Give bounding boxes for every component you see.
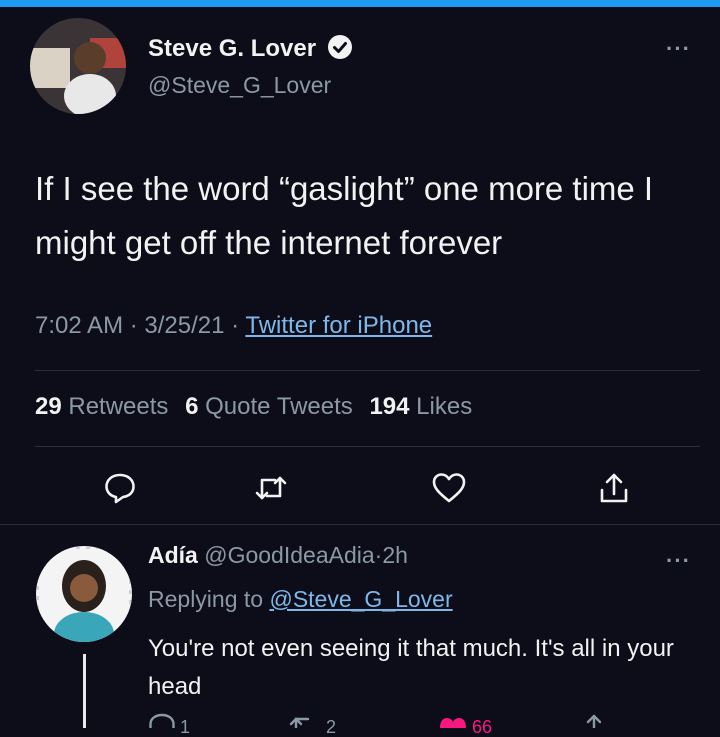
retweet-icon[interactable] bbox=[249, 466, 293, 510]
tweet-source-link[interactable]: Twitter for iPhone bbox=[245, 312, 432, 339]
meta-separator: · bbox=[129, 312, 138, 339]
quote-tweets-stat[interactable]: 6 Quote Tweets bbox=[185, 393, 353, 420]
reply-share-button[interactable] bbox=[580, 712, 608, 733]
tweet-meta: 7:02 AM · 3/25/21 · Twitter for iPhone bbox=[35, 312, 432, 340]
likes-stat[interactable]: 194 Likes bbox=[369, 393, 472, 420]
divider bbox=[0, 524, 720, 525]
more-options-icon[interactable]: ··· bbox=[666, 36, 691, 62]
tweet-stats: 29 Retweets 6 Quote Tweets 194 Likes bbox=[35, 393, 472, 421]
meta-separator: · bbox=[231, 312, 240, 339]
tweet-time: 7:02 AM bbox=[35, 312, 124, 339]
verified-badge-icon bbox=[327, 34, 353, 67]
share-icon bbox=[586, 714, 602, 730]
replying-to-link[interactable]: @Steve_G_Lover bbox=[269, 586, 452, 612]
reply-retweet-count: 2 bbox=[326, 717, 337, 737]
author-avatar[interactable] bbox=[30, 18, 126, 114]
reply-like-count: 66 bbox=[472, 717, 493, 737]
reply-age: 2h bbox=[382, 542, 408, 568]
replying-to: Replying to @Steve_G_Lover bbox=[148, 586, 453, 612]
thread-line bbox=[83, 654, 86, 728]
reply-like-button[interactable]: 66 bbox=[438, 712, 492, 736]
reply-author-name[interactable]: Adía bbox=[148, 542, 198, 568]
reply-author-handle[interactable]: @GoodIdeaAdia bbox=[204, 542, 374, 568]
reply-header: Adía @GoodIdeaAdia·2h bbox=[148, 542, 408, 569]
author-handle[interactable]: @Steve_G_Lover bbox=[148, 72, 331, 99]
retweets-stat[interactable]: 29 Retweets bbox=[35, 393, 168, 420]
like-icon[interactable] bbox=[427, 466, 471, 510]
reply-text: You're not even seeing it that much. It'… bbox=[148, 635, 674, 700]
reply-retweet-button[interactable]: 2 bbox=[288, 712, 336, 736]
reply-reply-button[interactable]: 1 bbox=[148, 712, 190, 736]
reply-icon[interactable] bbox=[98, 466, 142, 510]
reply-author-avatar[interactable] bbox=[36, 546, 132, 642]
reply-more-options-icon[interactable]: ··· bbox=[666, 548, 691, 574]
reply-action-row: 1 2 66 bbox=[148, 712, 648, 736]
liked-heart-icon bbox=[440, 718, 466, 728]
divider bbox=[35, 446, 700, 447]
author-name[interactable]: Steve G. Lover bbox=[148, 34, 353, 67]
divider bbox=[35, 370, 700, 371]
share-icon[interactable] bbox=[592, 466, 636, 510]
top-accent-bar bbox=[0, 0, 720, 7]
tweet-text: If I see the word “gaslight” one more ti… bbox=[35, 170, 654, 261]
reply-icon bbox=[149, 713, 175, 728]
reply-reply-count: 1 bbox=[180, 717, 191, 737]
tweet-date: 3/25/21 bbox=[144, 312, 225, 339]
retweet-icon bbox=[289, 717, 310, 728]
